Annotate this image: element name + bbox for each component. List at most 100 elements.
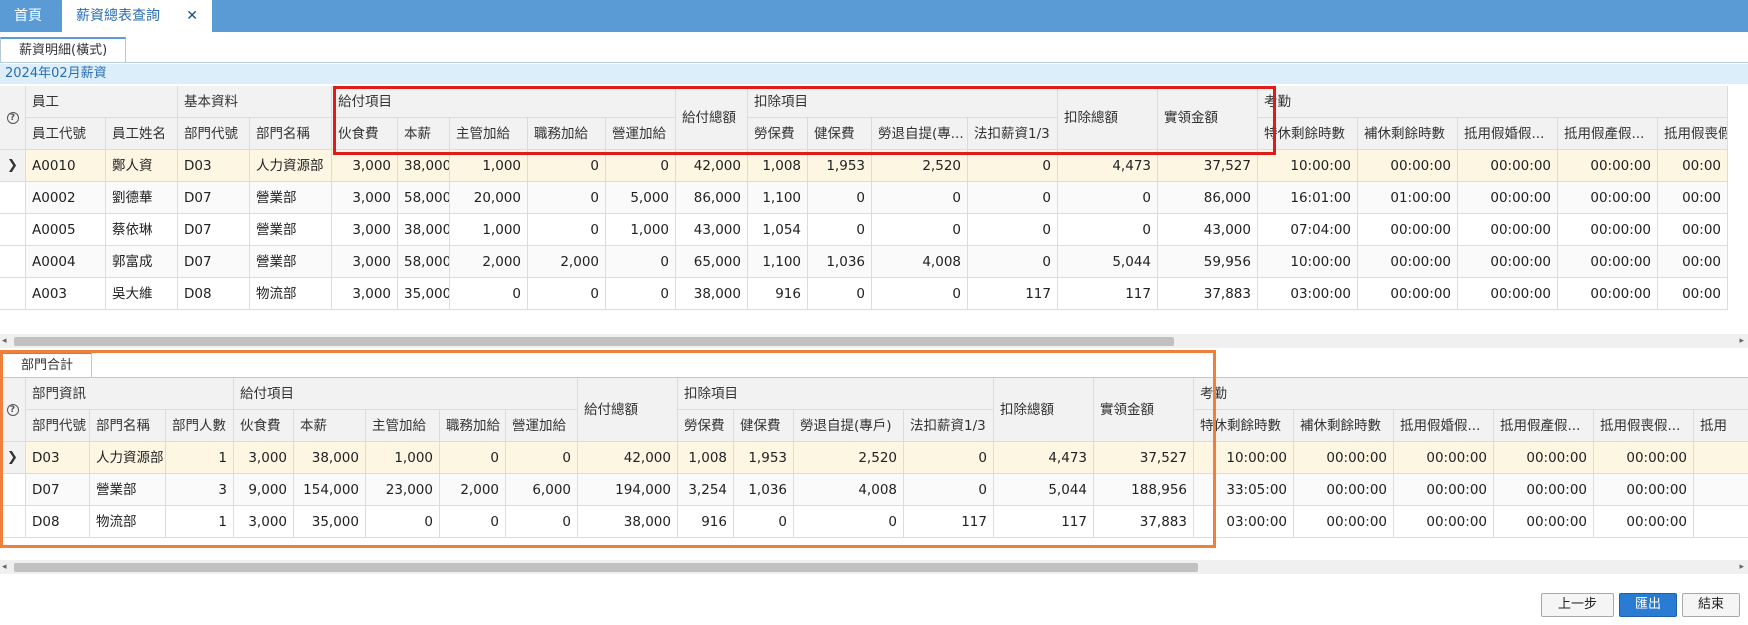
table-cell[interactable]: 00:00:00 [1458,246,1558,278]
column-header[interactable]: 主管加給 [366,410,440,442]
table-cell[interactable]: 154,000 [294,474,366,506]
table-cell[interactable]: 58,000 [398,182,450,214]
table-cell[interactable]: 0 [968,214,1058,246]
subtab-dept-total[interactable]: 部門合計 [2,352,93,378]
table-cell[interactable]: 10:00:00 [1194,442,1294,474]
table-cell[interactable]: 00:00:00 [1494,506,1594,538]
table-cell[interactable] [1694,442,1748,474]
table-cell[interactable]: 00:00 [1658,182,1728,214]
table-cell[interactable]: 人力資源部 [90,442,166,474]
column-header[interactable]: 勞退自提(專... [872,118,968,150]
help-icon[interactable]: ? [6,403,19,416]
column-header[interactable]: 抵用假喪假... [1658,118,1728,150]
column-header[interactable]: 部門代號 [178,118,250,150]
table-cell[interactable]: 00:00:00 [1458,182,1558,214]
column-header[interactable]: 抵用假婚假... [1458,118,1558,150]
table-cell[interactable]: 郭富成 [106,246,178,278]
table-cell[interactable]: 1,054 [748,214,808,246]
table-cell[interactable]: 38,000 [578,506,678,538]
table-cell[interactable]: 0 [1058,214,1158,246]
table-cell[interactable]: 23,000 [366,474,440,506]
table-cell[interactable]: 0 [872,182,968,214]
table-cell[interactable] [1694,506,1748,538]
table-cell[interactable]: 00:00:00 [1594,506,1694,538]
column-header[interactable]: 部門人數 [166,410,234,442]
column-header[interactable]: 抵用假產假... [1494,410,1594,442]
table-cell[interactable]: 00:00:00 [1294,506,1394,538]
table-cell[interactable]: 6,000 [506,474,578,506]
table-cell[interactable]: 0 [794,506,904,538]
table-cell[interactable]: 1 [166,506,234,538]
finish-button[interactable]: 結束 [1682,593,1740,617]
table-cell[interactable]: 2,520 [794,442,904,474]
row-indicator[interactable]: ❯ [0,150,26,182]
table-cell[interactable]: 0 [606,150,676,182]
table-cell[interactable]: 0 [872,278,968,310]
table-cell[interactable] [1694,474,1748,506]
table-cell[interactable]: D08 [26,506,90,538]
table-cell[interactable]: 0 [872,214,968,246]
row-indicator[interactable] [0,214,26,246]
table-cell[interactable]: A0005 [26,214,106,246]
row-indicator[interactable] [0,278,26,310]
table-cell[interactable]: 4,008 [872,246,968,278]
table-cell[interactable]: 營業部 [250,214,332,246]
table-cell[interactable]: 43,000 [676,214,748,246]
tab-salary-summary[interactable]: 薪資總表查詢 ✕ [62,0,212,32]
table-cell[interactable]: 鄭人資 [106,150,178,182]
help-icon[interactable]: ? [6,111,19,124]
table-cell[interactable]: 38,000 [398,214,450,246]
column-header[interactable]: 伙食費 [332,118,398,150]
table-cell[interactable]: 00:00:00 [1558,278,1658,310]
column-header[interactable]: 營運加給 [506,410,578,442]
prev-step-button[interactable]: 上一步 [1541,593,1614,617]
table-cell[interactable]: D08 [178,278,250,310]
column-header[interactable]: 抵用假婚假... [1394,410,1494,442]
table-cell[interactable]: A0002 [26,182,106,214]
table-cell[interactable]: 65,000 [676,246,748,278]
table-cell[interactable]: 1,000 [450,214,528,246]
table-cell[interactable]: 35,000 [398,278,450,310]
table-cell[interactable]: 0 [528,214,606,246]
table-cell[interactable]: 0 [968,246,1058,278]
table-cell[interactable]: D07 [26,474,90,506]
table-cell[interactable]: 16:01:00 [1258,182,1358,214]
table-cell[interactable]: 物流部 [250,278,332,310]
table-cell[interactable]: 00:00:00 [1458,150,1558,182]
table-cell[interactable]: 3,254 [678,474,734,506]
scroll-left-icon[interactable]: ◂ [2,334,7,348]
export-button[interactable]: 匯出 [1619,593,1677,617]
table-cell[interactable]: 0 [904,474,994,506]
column-header[interactable]: 法扣薪資1/3 [904,410,994,442]
table-cell[interactable]: 0 [440,442,506,474]
table-cell[interactable]: 37,527 [1158,150,1258,182]
row-indicator[interactable] [0,246,26,278]
scroll-right-icon[interactable]: ▸ [1739,334,1744,348]
column-header[interactable]: 補休剩餘時數 [1294,410,1394,442]
table-cell[interactable]: 37,527 [1094,442,1194,474]
table-cell[interactable]: A0010 [26,150,106,182]
column-header[interactable]: 伙食費 [234,410,294,442]
column-header[interactable]: 職務加給 [528,118,606,150]
table-cell[interactable]: 00:00:00 [1394,474,1494,506]
table-cell[interactable]: 194,000 [578,474,678,506]
column-header[interactable]: 特休剩餘時數 [1258,118,1358,150]
row-indicator[interactable]: ❯ [0,442,26,474]
table-cell[interactable]: 38,000 [676,278,748,310]
table-cell[interactable]: 00:00:00 [1494,442,1594,474]
table-cell[interactable]: 蔡依琳 [106,214,178,246]
table-cell[interactable]: 5,044 [994,474,1094,506]
table-cell[interactable]: 1,100 [748,182,808,214]
table-cell[interactable]: 00:00:00 [1494,474,1594,506]
scroll-right-icon[interactable]: ▸ [1739,560,1744,574]
column-header[interactable]: 部門名稱 [250,118,332,150]
column-header[interactable]: 營運加給 [606,118,676,150]
column-header[interactable]: 勞保費 [678,410,734,442]
table-cell[interactable]: 0 [734,506,794,538]
table-cell[interactable]: 3,000 [234,506,294,538]
table-cell[interactable]: 0 [528,150,606,182]
table-cell[interactable]: 10:00:00 [1258,246,1358,278]
table-cell[interactable]: 00:00:00 [1394,442,1494,474]
table-cell[interactable]: 86,000 [1158,182,1258,214]
table-cell[interactable]: 2,000 [528,246,606,278]
